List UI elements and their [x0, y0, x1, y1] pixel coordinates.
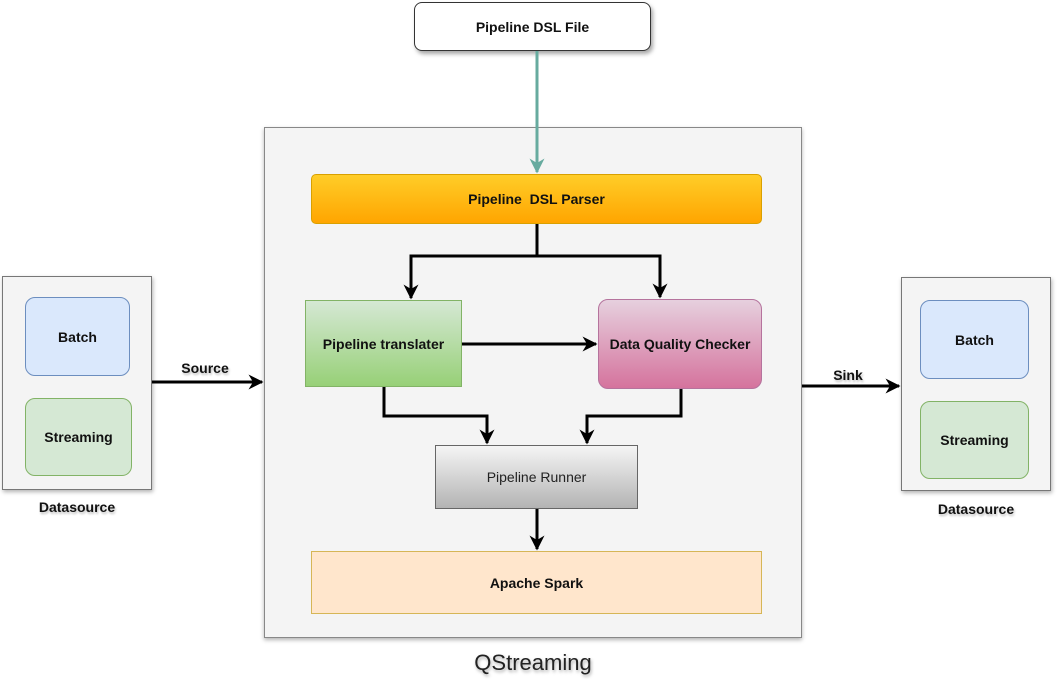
edge-parser-to-checker: [537, 254, 668, 299]
edge-checker-to-runner: [579, 389, 683, 445]
edge-translater-to-runner: [382, 387, 495, 445]
edges-layer: [152, 51, 901, 551]
edge-parser-to-translater: [403, 224, 539, 300]
